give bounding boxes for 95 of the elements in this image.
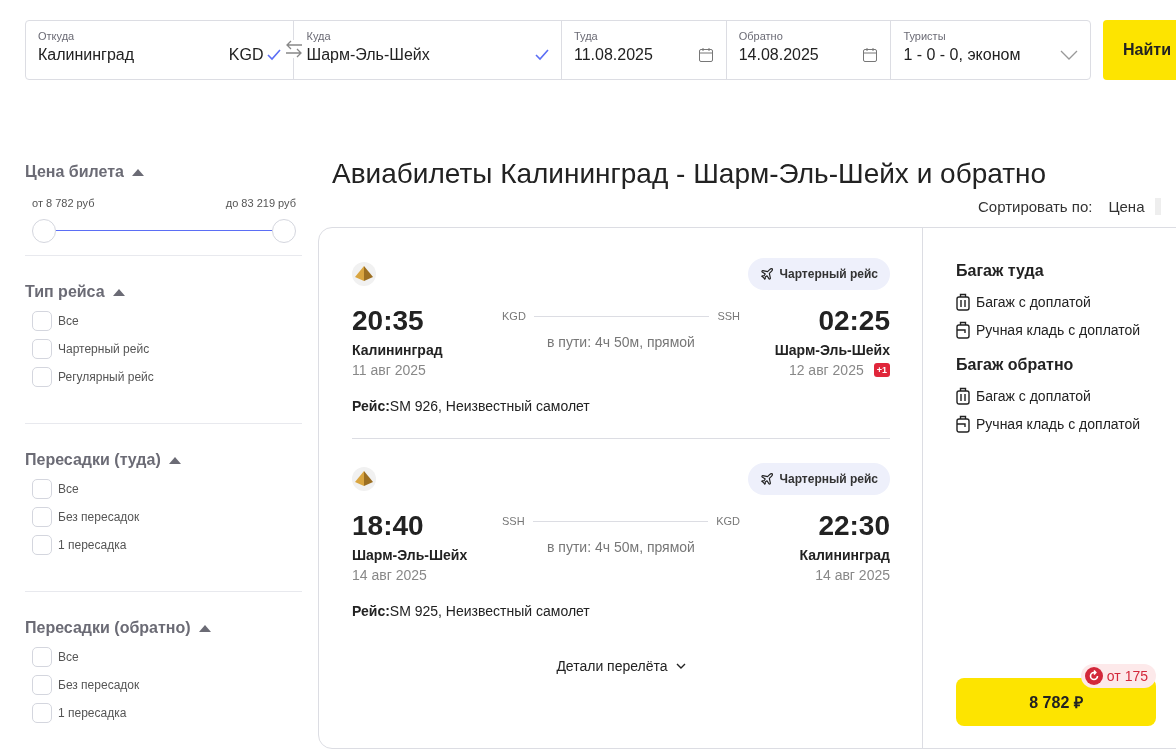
baggage-heading: Багаж обратно — [956, 356, 1075, 374]
slider-thumb[interactable] — [32, 219, 56, 243]
flight-details-link[interactable]: Детали перелёта — [550, 657, 692, 675]
checkbox[interactable] — [32, 647, 52, 667]
filter-heading[interactable]: Тип рейса — [25, 283, 125, 301]
checkbox-label: Чартерный рейс — [58, 342, 150, 356]
sort-select[interactable]: Цена — [1108, 198, 1161, 215]
arrival-time: 22:30 — [818, 509, 890, 543]
badge-text: Чартерный рейс — [779, 472, 878, 486]
arrival-date: 12 авг 2025 — [788, 362, 864, 378]
search-field[interactable]: Откуда Калининград KGD — [26, 21, 294, 79]
chevron-down-icon — [1060, 50, 1078, 60]
price-slider[interactable] — [32, 219, 296, 243]
field-label: Обратно — [738, 30, 784, 42]
flight-duration: в пути: 4ч 50м, прямой — [547, 334, 695, 350]
arrival-city: Шарм-Эль-Шейх — [774, 342, 890, 358]
checkbox[interactable] — [32, 675, 52, 695]
filter-heading[interactable]: Цена билета — [25, 163, 144, 181]
checkbox[interactable] — [32, 339, 52, 359]
baggage-item: Ручная кладь с доплатой — [976, 322, 1141, 338]
destination-code: SSH — [717, 310, 740, 322]
departure-time: 20:35 — [352, 304, 424, 338]
baggage-item: Багаж с доплатой — [976, 294, 1091, 310]
collapse-triangle-icon — [198, 624, 211, 632]
baggage-item: Ручная кладь с доплатой — [976, 416, 1141, 432]
search-field[interactable]: Обратно 14.08.2025 — [725, 21, 891, 79]
flight-info: Рейс:SM 926, Неизвестный самолет — [352, 398, 591, 414]
suitcase-icon — [956, 387, 970, 405]
checkbox-label: Все — [58, 482, 79, 496]
search-field[interactable]: Туда 11.08.2025 — [560, 21, 726, 79]
backpack-icon — [956, 415, 970, 433]
checkbox-label: Все — [58, 314, 79, 328]
arrival-time: 02:25 — [818, 304, 890, 338]
baggage-item: Багаж с доплатой — [976, 388, 1091, 404]
checkbox[interactable] — [32, 311, 52, 331]
flight-duration: в пути: 4ч 50м, прямой — [547, 539, 695, 555]
field-value: Калининград — [38, 46, 135, 64]
origin-code: SSH — [502, 515, 525, 527]
destination-code: KGD — [716, 515, 740, 527]
price-from: от 8 782 руб — [32, 197, 95, 209]
checkbox-label: 1 пересадка — [58, 538, 127, 552]
airport-code: KGD — [228, 46, 264, 64]
origin-code: KGD — [502, 310, 526, 322]
checkbox[interactable] — [32, 703, 52, 723]
search-field[interactable]: Туристы 1 - 0 - 0, эконом — [890, 21, 1090, 79]
refresh-icon — [1084, 667, 1103, 685]
search-button[interactable]: Найти — [1103, 20, 1176, 80]
plane-icon — [759, 267, 774, 281]
field-value: 11.08.2025 — [573, 46, 653, 64]
checkbox[interactable] — [32, 535, 52, 555]
flight-info: Рейс:SM 925, Неизвестный самолет — [352, 603, 591, 619]
plane-icon — [759, 472, 774, 486]
suitcase-icon — [956, 293, 970, 311]
departure-time: 18:40 — [352, 509, 424, 543]
pyramid-logo-icon — [352, 262, 376, 286]
checkbox-label: Все — [58, 650, 79, 664]
collapse-triangle-icon — [112, 288, 125, 296]
calendar-icon — [697, 47, 714, 63]
page-title: Авиабилеты Калининград - Шарм-Эль-Шейх и обратно — [332, 157, 1048, 190]
field-label: Откуда — [38, 30, 76, 42]
arrival-date: 14 авг 2025 — [815, 567, 890, 583]
checkbox-label: 1 пересадка — [58, 706, 127, 720]
price-to: до 83 219 руб — [225, 197, 296, 209]
backpack-icon — [956, 321, 970, 339]
field-value: 1 - 0 - 0, эконом — [903, 46, 1021, 64]
slider-thumb[interactable] — [272, 219, 296, 243]
checkbox[interactable] — [32, 367, 52, 387]
field-label: Туда — [573, 30, 599, 42]
check-icon — [267, 49, 282, 61]
check-icon — [534, 49, 549, 61]
baggage-heading: Багаж туда — [956, 262, 1045, 280]
checkbox-label: Без пересадок — [58, 510, 140, 524]
field-label: Куда — [306, 30, 332, 42]
badge-text: Чартерный рейс — [779, 267, 878, 281]
collapse-triangle-icon — [168, 456, 181, 464]
field-value: Шарм-Эль-Шейх — [306, 46, 430, 64]
checkbox[interactable] — [32, 507, 52, 527]
departure-city: Шарм-Эль-Шейх — [352, 547, 468, 563]
filter-heading[interactable]: Пересадки (туда) — [25, 451, 181, 469]
departure-date: 14 авг 2025 — [352, 567, 427, 583]
field-value: 14.08.2025 — [738, 46, 819, 64]
checkbox-label: Без пересадок — [58, 678, 140, 692]
departure-city: Калининград — [352, 342, 443, 358]
filter-heading[interactable]: Пересадки (обратно) — [25, 619, 211, 637]
pyramid-logo-icon — [352, 467, 376, 491]
collapse-triangle-icon — [131, 168, 144, 176]
next-day-badge: +1 — [873, 363, 890, 377]
arrival-city: Калининград — [799, 547, 890, 563]
sort-label: Сортировать по: — [978, 198, 1093, 215]
checkbox-label: Регулярный рейс — [58, 370, 154, 384]
checkbox[interactable] — [32, 479, 52, 499]
calendar-icon — [862, 47, 879, 63]
field-label: Туристы — [903, 30, 947, 42]
departure-date: 11 авг 2025 — [352, 362, 426, 378]
chevron-down-icon — [675, 663, 686, 669]
